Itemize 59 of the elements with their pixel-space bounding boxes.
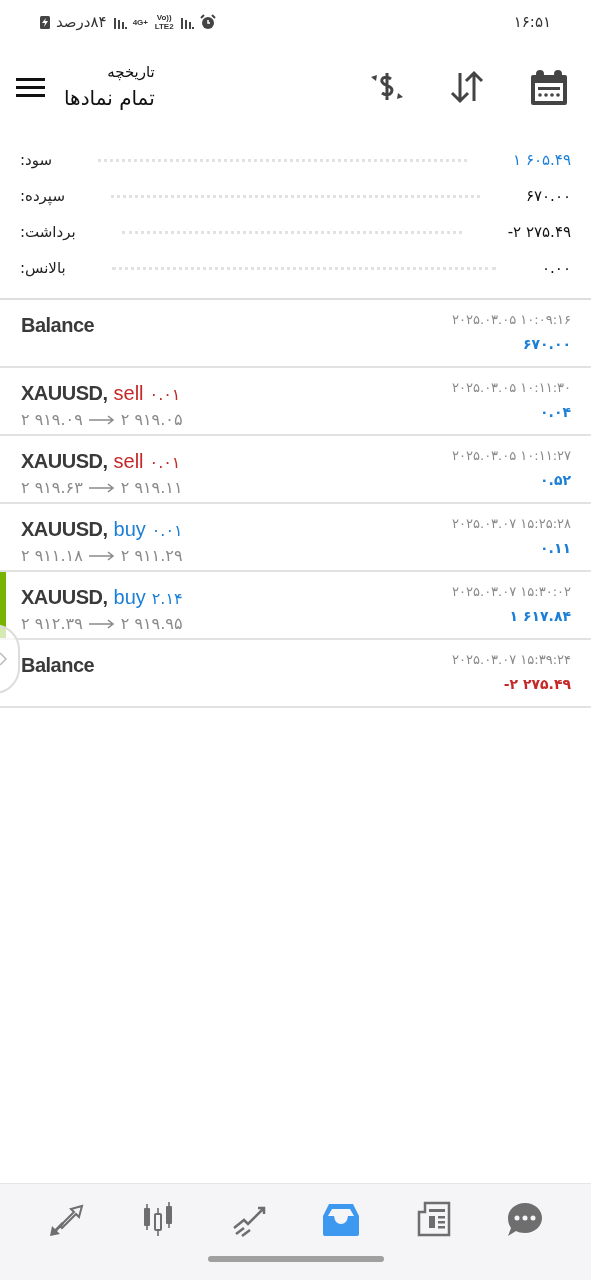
right-arrow-icon (88, 619, 115, 629)
summary-label: سود: (20, 149, 53, 171)
summary-value: ۱ ۶۰۵.۴۹ (513, 149, 571, 171)
row-title: XAUUSD, (21, 517, 108, 542)
header-subtitle: تاریخچه (106, 61, 155, 83)
row-title: XAUUSD, (21, 381, 108, 406)
profit-amount: -۲ ۲۷۵.۴۹ (503, 674, 571, 694)
summary-label: سپرده: (20, 185, 65, 207)
open-price: ۲ ۹۱۹.۰۹ (21, 409, 83, 431)
alarm-icon (199, 14, 216, 30)
summary-value: ۰.۰۰ (542, 257, 571, 279)
right-arrow-icon (88, 483, 115, 493)
row-title: Balance (21, 313, 95, 338)
summary-value: ۶۷۰.۰۰ (525, 185, 571, 207)
clock-time: ۱۶:۵۱ (513, 11, 551, 33)
deal-time: ۲۰۲۵.۰۳.۰۵ ۱۰:۱۱:۳۰ (452, 379, 571, 397)
open-price: ۲ ۹۱۹.۶۳ (21, 477, 83, 499)
trade-volume: ۰.۰۱ (149, 452, 181, 474)
deal-time: ۲۰۲۵.۰۳.۰۷ ۱۵:۲۵:۲۸ (452, 515, 571, 533)
trade-volume: ۰.۰۱ (149, 384, 181, 406)
trade-side: buy (113, 517, 146, 542)
row-title: XAUUSD, (21, 449, 108, 474)
deal-time: ۲۰۲۵.۰۳.۰۵ ۱۰:۰۹:۱۶ (452, 311, 571, 329)
profit-amount: ۱ ۶۱۷.۸۴ (509, 606, 571, 626)
deal-time: ۲۰۲۵.۰۳.۰۷ ۱۵:۳۰:۰۲ (452, 583, 571, 601)
signal-icon (112, 15, 127, 29)
summary-label: بالانس: (20, 257, 66, 279)
right-arrow-icon (88, 415, 115, 425)
profit-amount: ۰.۱۱ (540, 538, 571, 558)
close-price: ۲ ۹۱۱.۲۹ (120, 545, 183, 567)
profit-amount: ۰.۰۴ (540, 402, 571, 422)
battery-level: ۸۴درصد (56, 11, 107, 33)
chevron-right-icon (0, 651, 8, 667)
network-type: 4G+ (132, 17, 149, 27)
signal-icon (179, 15, 194, 29)
profit-amount: ۰.۵۲ (540, 470, 571, 490)
close-price: ۲ ۹۱۹.۰۵ (120, 409, 183, 431)
header-title: تمام نمادها (64, 85, 155, 113)
open-price: ۲ ۹۱۱.۱۸ (21, 545, 83, 567)
trade-volume: ۲.۱۴ (151, 588, 183, 610)
open-price: ۲ ۹۱۲.۳۹ (21, 613, 83, 635)
lte-label: LTE2 (154, 22, 174, 31)
trade-side: sell (113, 381, 144, 406)
trade-side: buy (113, 585, 146, 610)
summary-value: -۲ ۲۷۵.۴۹ (507, 221, 571, 243)
trade-volume: ۰.۰۱ (151, 520, 183, 542)
calendar-icon (529, 67, 569, 107)
deal-time: ۲۰۲۵.۰۳.۰۷ ۱۵:۳۹:۲۴ (452, 651, 571, 669)
trade-side: sell (113, 449, 144, 474)
row-title: Balance (21, 653, 95, 678)
profit-amount: ۶۷۰.۰۰ (522, 334, 571, 354)
right-arrow-icon (88, 551, 115, 561)
deal-time: ۲۰۲۵.۰۳.۰۵ ۱۰:۱۱:۲۷ (452, 447, 571, 465)
close-price: ۲ ۹۱۹.۹۵ (120, 613, 183, 635)
close-price: ۲ ۹۱۹.۱۱ (120, 477, 183, 499)
row-title: XAUUSD, (21, 585, 108, 610)
summary-label: برداشت: (20, 221, 76, 243)
volte-label: Vo)) (156, 13, 172, 22)
battery-icon (40, 15, 50, 29)
